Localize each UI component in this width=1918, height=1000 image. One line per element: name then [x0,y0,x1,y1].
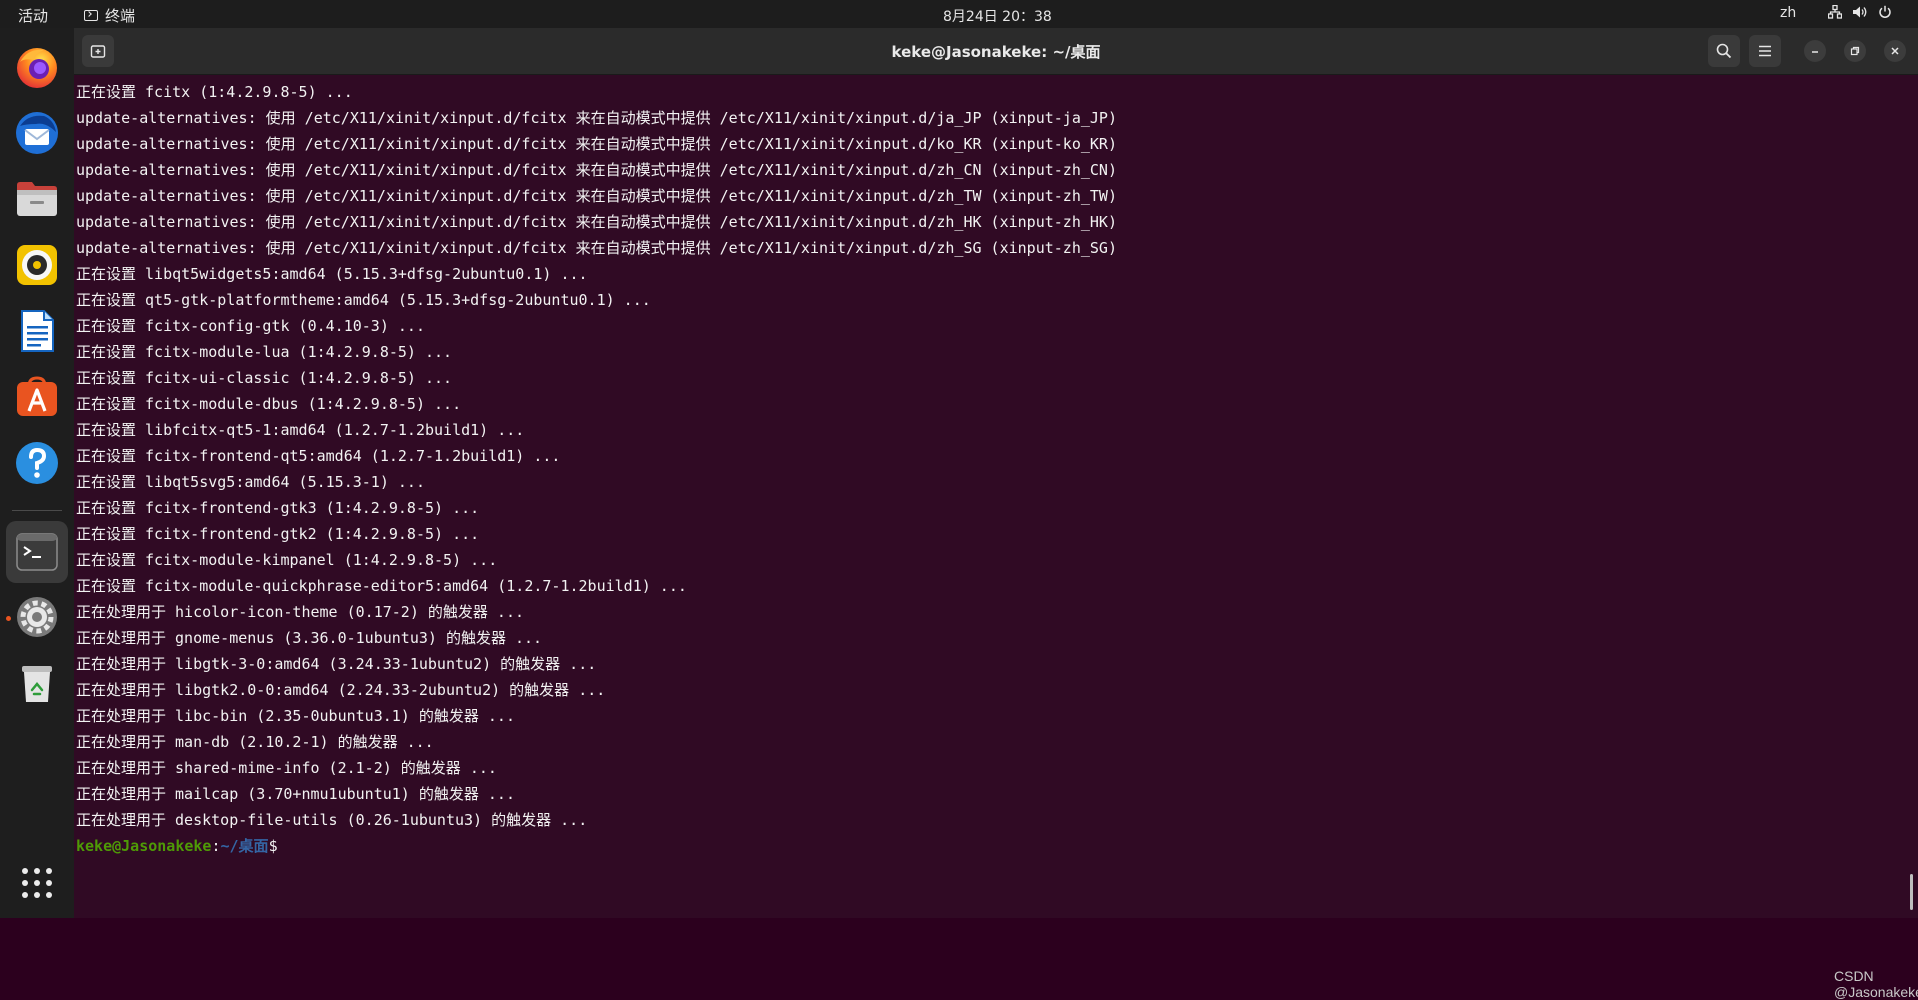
prompt-symbol: $ [268,837,278,855]
search-icon [1716,43,1732,59]
dock-files[interactable] [14,176,60,222]
terminal-headerbar: keke@Jasonakeke: ~/桌面 [74,28,1918,75]
libreoffice-writer-icon [21,310,54,352]
help-icon [16,442,58,484]
menu-button[interactable] [1749,35,1781,67]
dock-separator [12,510,62,511]
dock-trash[interactable] [14,660,60,706]
dock-settings[interactable] [14,594,60,640]
maximize-button[interactable] [1844,40,1866,62]
terminal-line: update-alternatives: 使用 /etc/X11/xinit/x… [76,135,1117,153]
terminal-line: 正在设置 fcitx-module-lua (1:4.2.9.8-5) ... [76,343,453,361]
power-icon [1879,5,1891,18]
terminal-line: 正在处理用于 shared-mime-info (2.1-2) 的触发器 ... [76,759,497,777]
search-button[interactable] [1708,35,1740,67]
settings-icon [17,597,57,637]
app-center-icon [17,376,57,416]
volume-icon [1853,6,1867,18]
dock-show-apps[interactable] [14,860,60,906]
window-title: keke@Jasonakeke: ~/桌面 [891,43,1101,61]
minimize-icon [1812,51,1818,53]
terminal-line: update-alternatives: 使用 /etc/X11/xinit/x… [76,187,1117,205]
app-menu-label: 终端 [105,7,136,25]
terminal-line: 正在处理用于 libc-bin (2.35-0ubuntu3.1) 的触发器 .… [76,707,515,725]
activities-button[interactable]: 活动 [18,5,48,26]
rhythmbox-icon [17,245,57,285]
terminal-scrollbar[interactable] [1910,874,1913,910]
shell-prompt: keke@Jasonakeke:~/桌面$ [76,833,1117,859]
restore-icon [1850,46,1860,56]
hamburger-menu-icon [1759,45,1771,57]
network-icon [1828,5,1842,19]
top-bar: 活动 终端 8月24日 20：38 zh [0,0,1918,28]
terminal-line: update-alternatives: 使用 /etc/X11/xinit/x… [76,239,1117,257]
terminal-line: 正在处理用于 libgtk2.0-0:amd64 (2.24.33-2ubunt… [76,681,606,699]
terminal-line: 正在设置 fcitx (1:4.2.9.8-5) ... [76,83,353,101]
dock-app-center[interactable] [14,374,60,420]
terminal-line: update-alternatives: 使用 /etc/X11/xinit/x… [76,161,1117,179]
prompt-path: ~/桌面 [220,837,269,855]
terminal-line: 正在设置 libqt5widgets5:amd64 (5.15.3+dfsg-2… [76,265,588,283]
terminal-line: 正在处理用于 hicolor-icon-theme (0.17-2) 的触发器 … [76,603,525,621]
terminal-line: 正在设置 fcitx-frontend-qt5:amd64 (1.2.7-1.2… [76,447,561,465]
show-apps-icon [22,868,52,898]
trash-icon [22,666,52,702]
dock [0,28,74,918]
minimize-button[interactable] [1804,40,1826,62]
close-icon [1891,47,1899,55]
watermark: CSDN @Jasonakeke [1834,968,1918,1000]
terminal-view[interactable]: 正在设置 fcitx (1:4.2.9.8-5) ... update-alter… [74,75,1918,1000]
terminal-line: 正在设置 fcitx-ui-classic (1:4.2.9.8-5) ... [76,369,453,387]
dock-libreoffice-writer[interactable] [14,308,60,354]
terminal-line: 正在设置 libqt5svg5:amd64 (5.15.3-1) ... [76,473,425,491]
app-menu[interactable]: 终端 [84,5,135,26]
terminal-line: 正在处理用于 gnome-menus (3.36.0-1ubuntu3) 的触发… [76,629,543,647]
dock-terminal[interactable] [6,521,68,583]
terminal-line: 正在设置 libfcitx-qt5-1:amd64 (1.2.7-1.2buil… [76,421,525,439]
dock-help[interactable] [14,440,60,486]
dock-thunderbird[interactable] [14,110,60,156]
terminal-line: 正在设置 fcitx-frontend-gtk2 (1:4.2.9.8-5) .… [76,525,480,543]
terminal-icon [16,533,58,571]
terminal-line: update-alternatives: 使用 /etc/X11/xinit/x… [76,213,1117,231]
terminal-output: 正在设置 fcitx (1:4.2.9.8-5) ... update-alter… [76,79,1117,859]
prompt-separator: : [211,837,221,855]
terminal-line: update-alternatives: 使用 /etc/X11/xinit/x… [76,109,1117,127]
terminal-line: 正在设置 fcitx-config-gtk (0.4.10-3) ... [76,317,425,335]
terminal-line: 正在设置 fcitx-module-dbus (1:4.2.9.8-5) ... [76,395,462,413]
firefox-icon [17,48,57,88]
running-indicator [6,616,11,621]
terminal-line: 正在处理用于 man-db (2.10.2-1) 的触发器 ... [76,733,434,751]
system-menu[interactable] [1828,5,1892,19]
terminal-icon [84,10,98,21]
terminal-line: 正在设置 fcitx-module-quickphrase-editor5:am… [76,577,687,595]
terminal-line: 正在设置 qt5-gtk-platformtheme:amd64 (5.15.3… [76,291,651,309]
dock-rhythmbox[interactable] [14,242,60,288]
clock[interactable]: 8月24日 20：38 [943,6,1052,26]
terminal-line: 正在设置 fcitx-module-kimpanel (1:4.2.9.8-5)… [76,551,498,569]
terminal-line: 正在处理用于 desktop-file-utils (0.26-1ubuntu3… [76,811,588,829]
files-icon [17,182,57,216]
input-method-indicator[interactable]: zh [1780,5,1796,21]
terminal-line: 正在设置 fcitx-frontend-gtk3 (1:4.2.9.8-5) .… [76,499,480,517]
dock-firefox[interactable] [14,44,60,90]
thunderbird-icon [16,112,58,154]
close-button[interactable] [1884,40,1906,62]
terminal-line: 正在处理用于 mailcap (3.70+nmu1ubuntu1) 的触发器 .… [76,785,515,803]
prompt-user: keke@Jasonakeke [76,837,212,855]
terminal-line: 正在处理用于 libgtk-3-0:amd64 (3.24.33-1ubuntu… [76,655,597,673]
